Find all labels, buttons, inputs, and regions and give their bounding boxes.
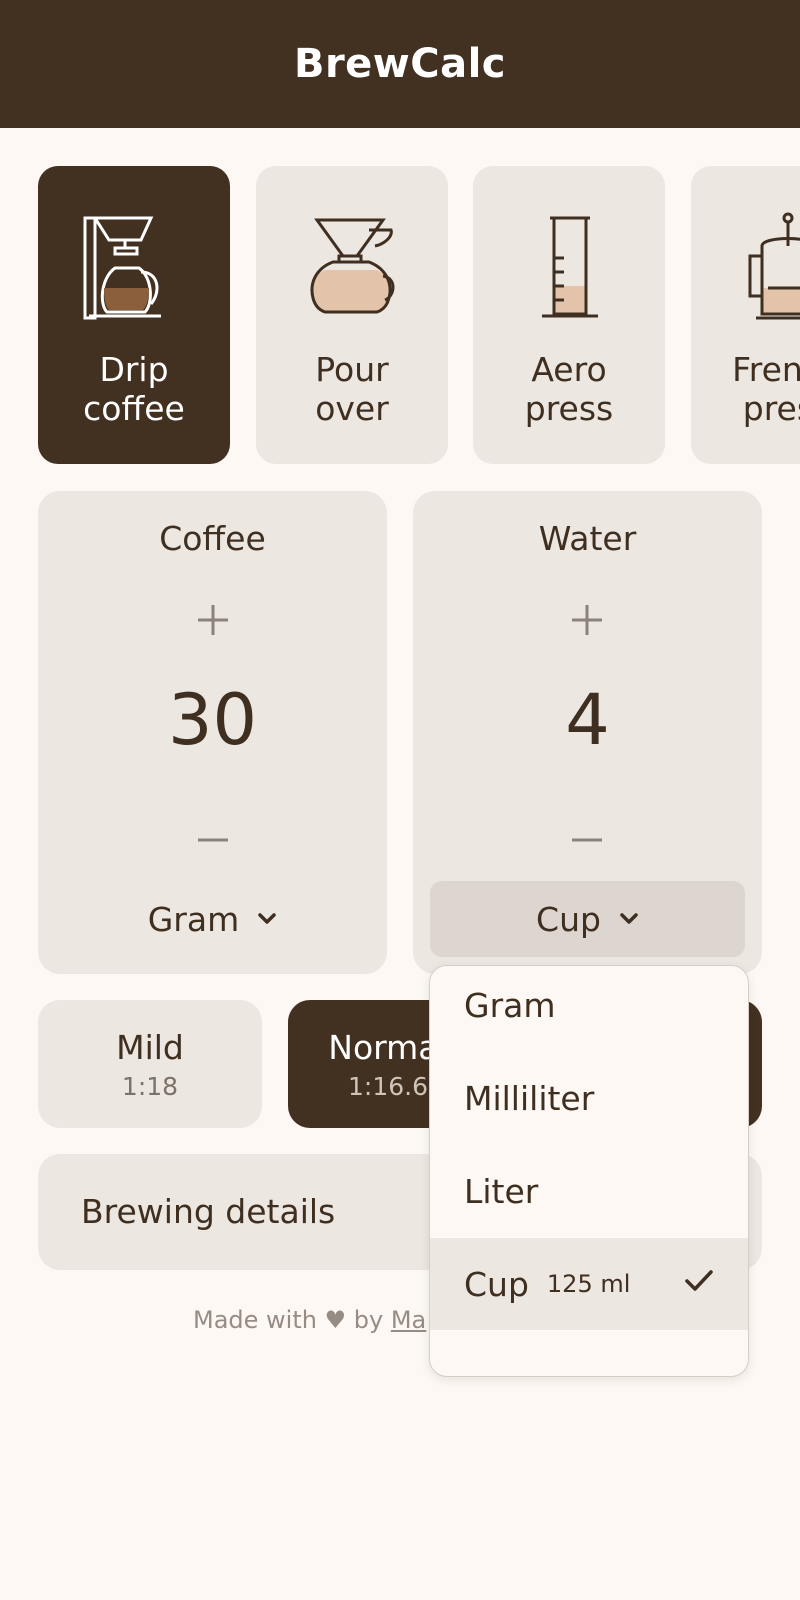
method-french-press[interactable]: French press [691,166,800,464]
pour-over-icon [310,218,395,314]
strength-ratio: 1:16.6 [348,1071,428,1101]
method-aeropress[interactable]: Aero press [473,166,665,464]
drip-coffee-maker-icon [83,216,161,320]
brewing-details-label: Brewing details [81,1192,336,1231]
water-title: Water [538,519,637,558]
unit-option-liter[interactable]: Liter [430,1145,748,1237]
minus-icon [198,838,228,842]
strength-ratio: 1:18 [121,1071,179,1101]
aeropress-icon [542,216,598,318]
option-label: Cup [464,1264,529,1304]
heart-icon: ♥ [324,1306,347,1334]
plus-icon [198,605,228,635]
option-label: Gram [464,985,556,1025]
strength-name: Mild [116,1027,184,1067]
water-unit-value: Cup [536,899,601,939]
method-label: Pour over [315,350,389,428]
coffee-title: Coffee [159,519,266,558]
unit-option-cup[interactable]: Cup 125 ml [430,1238,748,1330]
coffee-unit-value: Gram [147,899,240,939]
water-amount[interactable]: 4 [413,680,762,760]
strength-mild[interactable]: Mild 1:18 [38,1000,262,1128]
water-unit-select[interactable]: Cup [430,881,745,957]
coffee-amount[interactable]: 30 [38,680,387,760]
method-label: Drip coffee [83,350,185,428]
chevron-down-icon [258,913,276,924]
method-pour-over[interactable]: Pour over [256,166,448,464]
app-header: BrewCalc [0,0,800,128]
method-label: Aero press [524,350,614,428]
plus-icon [572,605,602,635]
water-increment-button[interactable] [557,590,617,650]
unit-option-milliliter[interactable]: Milliliter [430,1052,748,1144]
option-sublabel: 125 ml [546,1270,631,1298]
unit-dropdown-menu: Gram Milliliter Liter Cup 125 ml [429,965,749,1377]
method-label: French press [732,350,800,428]
footer-by: by [353,1306,384,1334]
brew-method-list: Drip coffee Pour over Aero press Fren pr… [0,166,800,466]
check-icon [685,1270,713,1291]
chevron-down-icon [620,913,638,924]
author-link[interactable]: Ma [391,1306,426,1334]
coffee-unit-select[interactable]: Gram [55,881,370,957]
french-press-icon [748,212,800,320]
method-drip-coffee[interactable]: Drip coffee [38,166,230,464]
unit-option-gram[interactable]: Gram [430,966,748,1051]
app-title: BrewCalc [293,41,507,87]
footer-prefix: Made with [193,1306,317,1334]
coffee-decrement-button[interactable] [183,810,243,870]
minus-icon [572,838,602,842]
option-label: Liter [464,1171,539,1211]
coffee-increment-button[interactable] [183,590,243,650]
water-decrement-button[interactable] [557,810,617,870]
option-label: Milliliter [464,1078,595,1118]
footer-credit: Made with ♥ by Ma [193,1306,426,1334]
